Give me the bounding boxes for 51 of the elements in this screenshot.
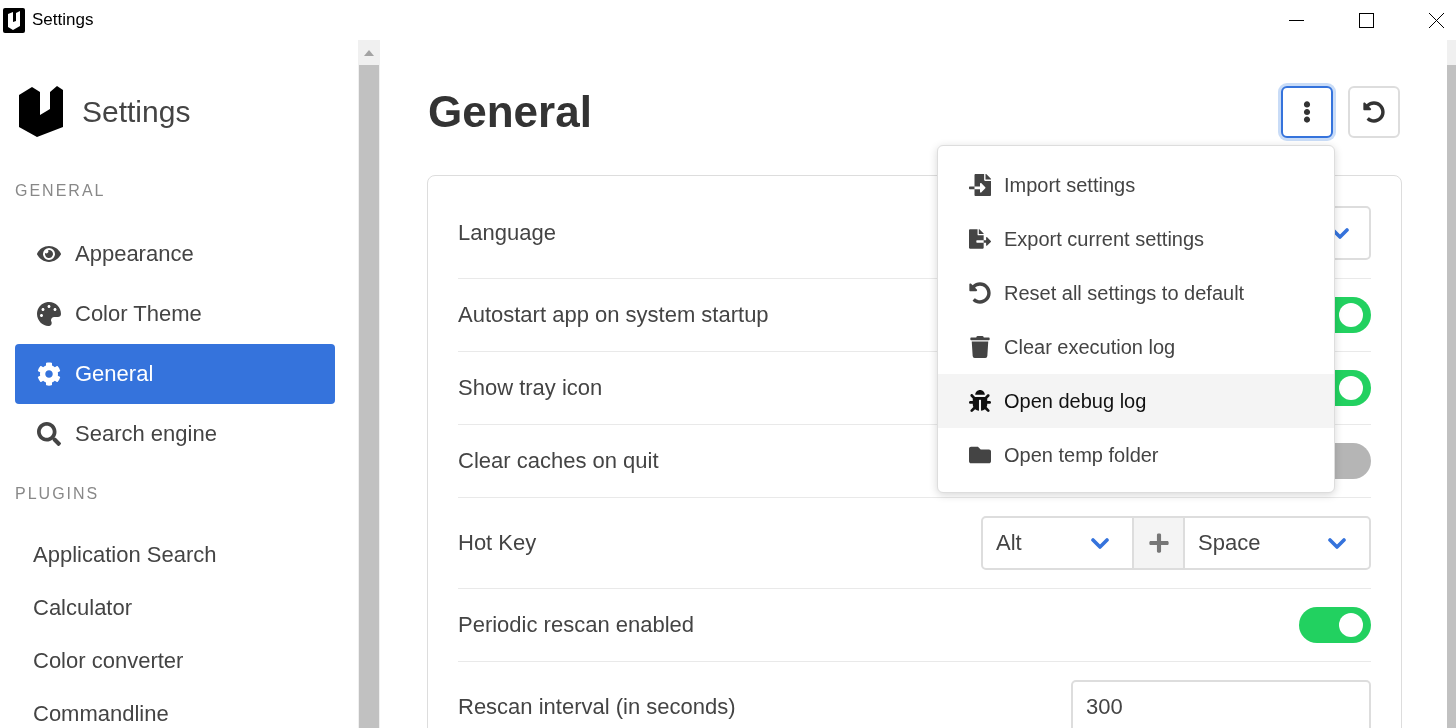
nav-item[interactable]: Commandline <box>15 687 335 728</box>
bug-icon <box>969 390 991 412</box>
app-logo-icon <box>3 7 25 33</box>
folder-icon <box>969 444 991 466</box>
nav-item[interactable]: Search engine <box>15 404 335 464</box>
nav-item[interactable]: Color converter <box>15 634 335 687</box>
circular-arrow-icon <box>969 282 991 304</box>
plus-icon <box>1147 532 1170 554</box>
number-input[interactable]: 300 <box>1071 680 1371 728</box>
nav-item[interactable]: Color Theme <box>15 284 335 344</box>
reset-button[interactable] <box>1348 86 1400 138</box>
setting-label: Rescan interval (in seconds) <box>458 694 736 720</box>
section-label: PLUGINS <box>15 484 101 504</box>
file-import-icon <box>969 174 991 196</box>
menu-item[interactable]: Clear execution log <box>938 320 1334 374</box>
minimize-icon <box>1288 19 1304 21</box>
scroll-up-icon[interactable] <box>364 50 374 56</box>
palette-icon <box>37 302 61 326</box>
app-logo-icon <box>18 86 64 138</box>
app-title: Settings <box>82 94 191 130</box>
nav-item[interactable]: Application Search <box>15 528 335 581</box>
more-button[interactable] <box>1281 86 1333 138</box>
menu-item[interactable]: Export current settings <box>938 212 1334 266</box>
menu-item[interactable]: Import settings <box>938 158 1334 212</box>
circular-arrow-icon <box>1363 101 1385 123</box>
modifier-select[interactable]: Alt <box>983 518 1132 568</box>
search-icon <box>37 422 61 446</box>
trash-icon <box>969 336 991 358</box>
nav-item[interactable]: Calculator <box>15 581 335 634</box>
menu-item[interactable]: Open debug log <box>938 374 1334 428</box>
setting-label: Clear caches on quit <box>458 448 659 474</box>
chevron-down-icon <box>1328 537 1346 549</box>
close-icon <box>1428 12 1444 28</box>
maximize-icon <box>1358 12 1374 28</box>
setting-label: Autostart app on system startup <box>458 302 769 328</box>
file-export-icon <box>969 228 991 250</box>
chevron-down-icon <box>1091 537 1109 549</box>
toggle-switch[interactable] <box>1299 607 1371 643</box>
menu-item[interactable]: Reset all settings to default <box>938 266 1334 320</box>
gear-icon <box>37 362 61 386</box>
page-heading: General <box>428 86 592 138</box>
menu-item[interactable]: Open temp folder <box>938 428 1334 482</box>
section-label: GENERAL <box>15 181 107 201</box>
setting-label: Periodic rescan enabled <box>458 612 695 638</box>
setting-label: Language <box>458 220 556 246</box>
nav-item[interactable]: Appearance <box>15 224 335 284</box>
key-select[interactable]: Space <box>1185 518 1369 568</box>
setting-label: Hot Key <box>458 530 537 556</box>
window-title: Settings <box>32 10 95 30</box>
nav-item[interactable]: General <box>15 344 335 404</box>
setting-label: Show tray icon <box>458 375 603 401</box>
